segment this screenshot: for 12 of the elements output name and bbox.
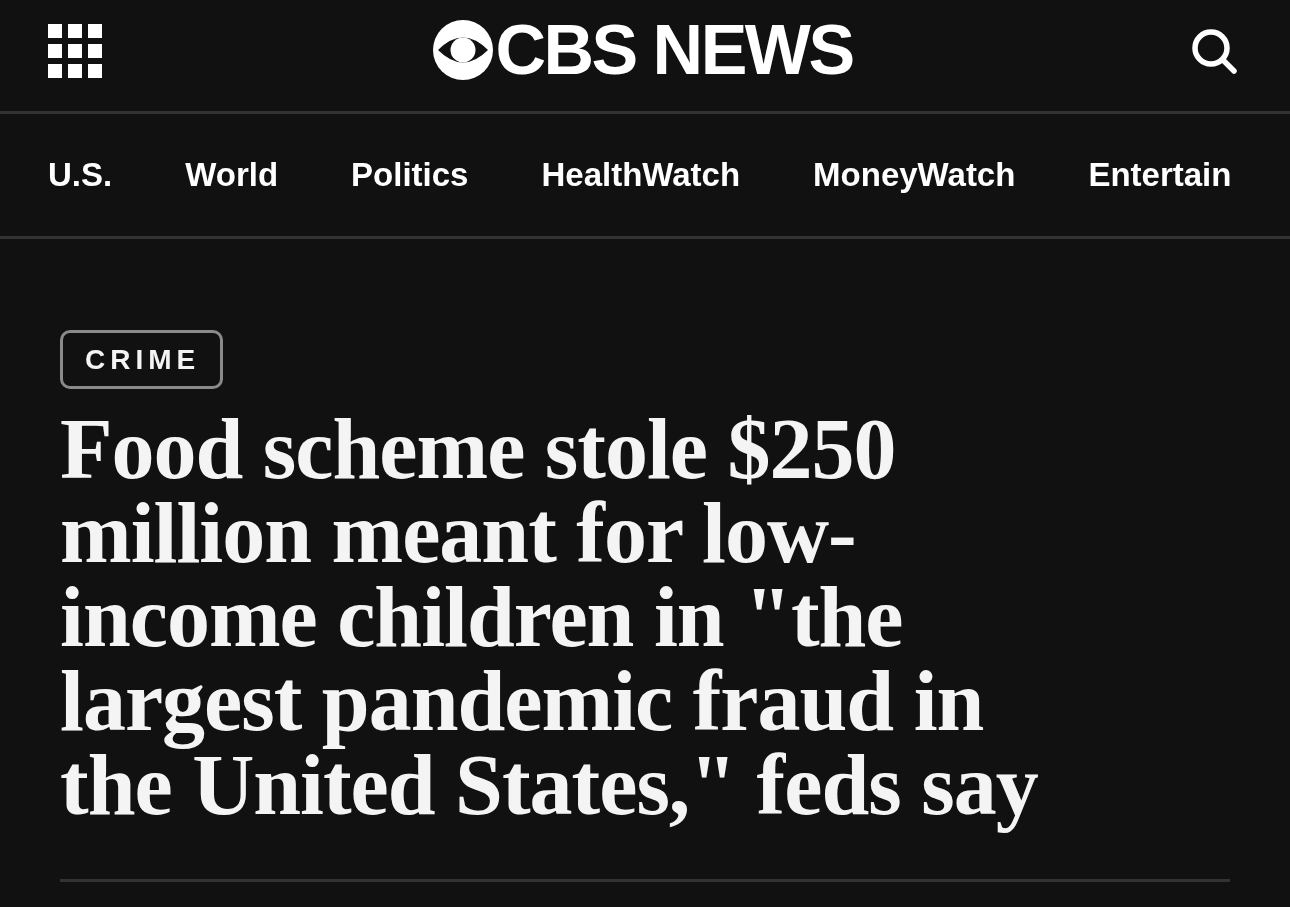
search-icon[interactable] xyxy=(1190,26,1238,75)
eye-logo-icon[interactable] xyxy=(433,19,494,80)
nav-link[interactable]: Entertain xyxy=(1088,155,1232,195)
menu-icon[interactable] xyxy=(48,23,102,78)
nav-link[interactable]: World xyxy=(185,155,279,195)
nav-link[interactable]: U.S. xyxy=(48,155,113,195)
nav-link[interactable]: MoneyWatch xyxy=(813,155,1016,195)
headline: Food scheme stole $250 million meant for low-income children in "the largest pandemic fraud in the United States," feds say xyxy=(60,399,1039,835)
logo-text[interactable]: CBS NEWS xyxy=(495,14,853,85)
nav-link[interactable]: HealthWatch xyxy=(541,155,741,195)
nav-link[interactable]: Politics xyxy=(351,155,469,195)
category-tag[interactable]: CRIME xyxy=(60,330,224,389)
